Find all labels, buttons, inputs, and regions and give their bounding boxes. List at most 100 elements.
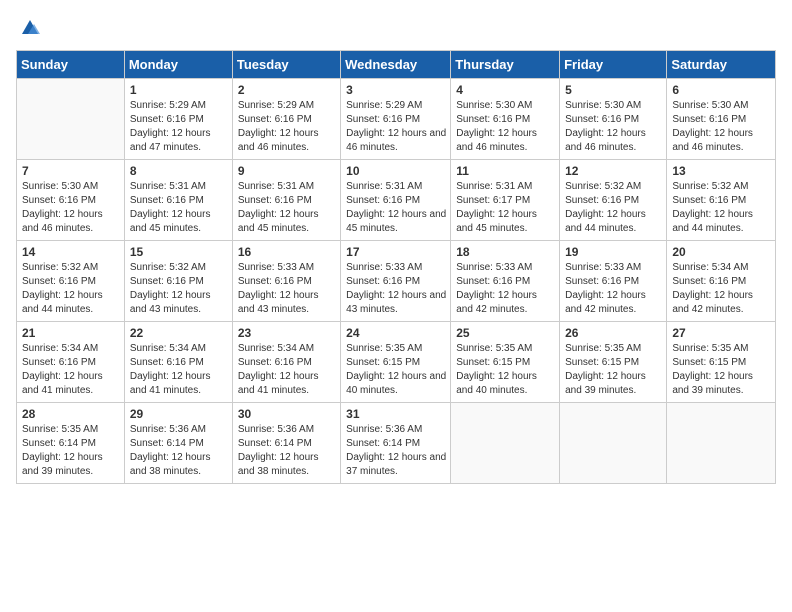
calendar-cell: 9 Sunrise: 5:31 AMSunset: 6:16 PMDaylight…	[232, 160, 340, 241]
day-number: 2	[238, 83, 336, 97]
calendar-cell: 8 Sunrise: 5:31 AMSunset: 6:16 PMDaylight…	[124, 160, 232, 241]
day-info: Sunrise: 5:33 AMSunset: 6:16 PMDaylight:…	[456, 261, 555, 317]
calendar-cell: 1Sunrise: 5:29 AMSunset: 6:16 PMDaylight…	[124, 79, 232, 160]
weekday-header-saturday: Saturday	[667, 51, 776, 79]
day-info: Sunrise: 5:35 AMSunset: 6:15 PMDaylight:…	[456, 342, 555, 398]
calendar-cell: 11 Sunrise: 5:31 AMSunset: 6:17 PMDayligh…	[451, 160, 560, 241]
calendar-cell: 21 Sunrise: 5:34 AMSunset: 6:16 PMDayligh…	[17, 322, 125, 403]
day-info: Sunrise: 5:29 AMSunset: 6:16 PMDaylight:…	[238, 99, 336, 155]
weekday-header-thursday: Thursday	[451, 51, 560, 79]
calendar-cell: 17 Sunrise: 5:33 AMSunset: 6:16 PMDayligh…	[341, 241, 451, 322]
calendar-cell: 16 Sunrise: 5:33 AMSunset: 6:16 PMDayligh…	[232, 241, 340, 322]
calendar-cell: 26 Sunrise: 5:35 AMSunset: 6:15 PMDayligh…	[560, 322, 667, 403]
day-number: 25	[456, 326, 555, 340]
day-info: Sunrise: 5:33 AMSunset: 6:16 PMDaylight:…	[238, 261, 336, 317]
calendar-cell	[667, 403, 776, 484]
day-info: Sunrise: 5:30 AMSunset: 6:16 PMDaylight:…	[22, 180, 120, 236]
calendar-week-3: 14Sunrise: 5:32 AMSunset: 6:16 PMDayligh…	[17, 241, 776, 322]
day-number: 18	[456, 245, 555, 259]
day-info: Sunrise: 5:34 AMSunset: 6:16 PMDaylight:…	[130, 342, 228, 398]
weekday-header-sunday: Sunday	[17, 51, 125, 79]
day-number: 16	[238, 245, 336, 259]
day-info: Sunrise: 5:36 AMSunset: 6:14 PMDaylight:…	[130, 423, 228, 479]
day-number: 28	[22, 407, 120, 421]
calendar-cell: 10 Sunrise: 5:31 AMSunset: 6:16 PMDayligh…	[341, 160, 451, 241]
calendar-cell: 4Sunrise: 5:30 AMSunset: 6:16 PMDaylight…	[451, 79, 560, 160]
day-info: Sunrise: 5:30 AMSunset: 6:16 PMDaylight:…	[456, 99, 555, 155]
day-number: 26	[565, 326, 662, 340]
calendar-cell: 23Sunrise: 5:34 AMSunset: 6:16 PMDayligh…	[232, 322, 340, 403]
weekday-header-tuesday: Tuesday	[232, 51, 340, 79]
calendar-cell	[17, 79, 125, 160]
calendar-cell: 5 Sunrise: 5:30 AMSunset: 6:16 PMDaylight…	[560, 79, 667, 160]
calendar-cell: 31Sunrise: 5:36 AMSunset: 6:14 PMDayligh…	[341, 403, 451, 484]
day-number: 20	[672, 245, 771, 259]
day-number: 21	[22, 326, 120, 340]
day-number: 8	[130, 164, 228, 178]
day-info: Sunrise: 5:30 AMSunset: 6:16 PMDaylight:…	[672, 99, 771, 155]
day-info: Sunrise: 5:33 AMSunset: 6:16 PMDaylight:…	[565, 261, 662, 317]
calendar-week-4: 21 Sunrise: 5:34 AMSunset: 6:16 PMDayligh…	[17, 322, 776, 403]
calendar-cell: 14Sunrise: 5:32 AMSunset: 6:16 PMDayligh…	[17, 241, 125, 322]
calendar-cell: 18 Sunrise: 5:33 AMSunset: 6:16 PMDayligh…	[451, 241, 560, 322]
day-info: Sunrise: 5:29 AMSunset: 6:16 PMDaylight:…	[130, 99, 228, 155]
day-number: 5	[565, 83, 662, 97]
day-info: Sunrise: 5:32 AMSunset: 6:16 PMDaylight:…	[130, 261, 228, 317]
calendar-cell: 27 Sunrise: 5:35 AMSunset: 6:15 PMDayligh…	[667, 322, 776, 403]
day-info: Sunrise: 5:32 AMSunset: 6:16 PMDaylight:…	[22, 261, 120, 317]
day-number: 13	[672, 164, 771, 178]
weekday-header-friday: Friday	[560, 51, 667, 79]
day-number: 12	[565, 164, 662, 178]
day-info: Sunrise: 5:31 AMSunset: 6:17 PMDaylight:…	[456, 180, 555, 236]
day-info: Sunrise: 5:35 AMSunset: 6:15 PMDaylight:…	[346, 342, 446, 398]
day-info: Sunrise: 5:36 AMSunset: 6:14 PMDaylight:…	[346, 423, 446, 479]
calendar-week-5: 28Sunrise: 5:35 AMSunset: 6:14 PMDayligh…	[17, 403, 776, 484]
day-info: Sunrise: 5:32 AMSunset: 6:16 PMDaylight:…	[565, 180, 662, 236]
calendar-week-1: 1Sunrise: 5:29 AMSunset: 6:16 PMDaylight…	[17, 79, 776, 160]
day-info: Sunrise: 5:34 AMSunset: 6:16 PMDaylight:…	[22, 342, 120, 398]
page-header	[16, 16, 776, 40]
day-number: 3	[346, 83, 446, 97]
day-info: Sunrise: 5:29 AMSunset: 6:16 PMDaylight:…	[346, 99, 446, 155]
calendar-cell: 2 Sunrise: 5:29 AMSunset: 6:16 PMDaylight…	[232, 79, 340, 160]
calendar-cell: 6 Sunrise: 5:30 AMSunset: 6:16 PMDaylight…	[667, 79, 776, 160]
day-number: 11	[456, 164, 555, 178]
day-info: Sunrise: 5:31 AMSunset: 6:16 PMDaylight:…	[130, 180, 228, 236]
day-info: Sunrise: 5:31 AMSunset: 6:16 PMDaylight:…	[346, 180, 446, 236]
calendar-table: SundayMondayTuesdayWednesdayThursdayFrid…	[16, 50, 776, 484]
logo-icon	[18, 16, 42, 40]
day-info: Sunrise: 5:35 AMSunset: 6:15 PMDaylight:…	[565, 342, 662, 398]
day-number: 19	[565, 245, 662, 259]
day-info: Sunrise: 5:30 AMSunset: 6:16 PMDaylight:…	[565, 99, 662, 155]
day-info: Sunrise: 5:31 AMSunset: 6:16 PMDaylight:…	[238, 180, 336, 236]
calendar-cell: 22 Sunrise: 5:34 AMSunset: 6:16 PMDayligh…	[124, 322, 232, 403]
day-number: 6	[672, 83, 771, 97]
day-number: 15	[130, 245, 228, 259]
day-number: 17	[346, 245, 446, 259]
calendar-week-2: 7 Sunrise: 5:30 AMSunset: 6:16 PMDaylight…	[17, 160, 776, 241]
day-number: 22	[130, 326, 228, 340]
day-number: 29	[130, 407, 228, 421]
day-number: 30	[238, 407, 336, 421]
day-number: 27	[672, 326, 771, 340]
calendar-cell: 3 Sunrise: 5:29 AMSunset: 6:16 PMDaylight…	[341, 79, 451, 160]
calendar-cell	[451, 403, 560, 484]
day-number: 10	[346, 164, 446, 178]
calendar-cell: 24 Sunrise: 5:35 AMSunset: 6:15 PMDayligh…	[341, 322, 451, 403]
day-number: 7	[22, 164, 120, 178]
calendar-cell	[560, 403, 667, 484]
weekday-header-monday: Monday	[124, 51, 232, 79]
day-info: Sunrise: 5:35 AMSunset: 6:15 PMDaylight:…	[672, 342, 771, 398]
weekday-header-row: SundayMondayTuesdayWednesdayThursdayFrid…	[17, 51, 776, 79]
day-number: 9	[238, 164, 336, 178]
calendar-cell: 29 Sunrise: 5:36 AMSunset: 6:14 PMDayligh…	[124, 403, 232, 484]
day-info: Sunrise: 5:34 AMSunset: 6:16 PMDaylight:…	[238, 342, 336, 398]
calendar-cell: 25 Sunrise: 5:35 AMSunset: 6:15 PMDayligh…	[451, 322, 560, 403]
calendar-cell: 30Sunrise: 5:36 AMSunset: 6:14 PMDayligh…	[232, 403, 340, 484]
day-info: Sunrise: 5:33 AMSunset: 6:16 PMDaylight:…	[346, 261, 446, 317]
calendar-cell: 7 Sunrise: 5:30 AMSunset: 6:16 PMDaylight…	[17, 160, 125, 241]
weekday-header-wednesday: Wednesday	[341, 51, 451, 79]
calendar-cell: 13 Sunrise: 5:32 AMSunset: 6:16 PMDayligh…	[667, 160, 776, 241]
day-info: Sunrise: 5:32 AMSunset: 6:16 PMDaylight:…	[672, 180, 771, 236]
day-number: 24	[346, 326, 446, 340]
